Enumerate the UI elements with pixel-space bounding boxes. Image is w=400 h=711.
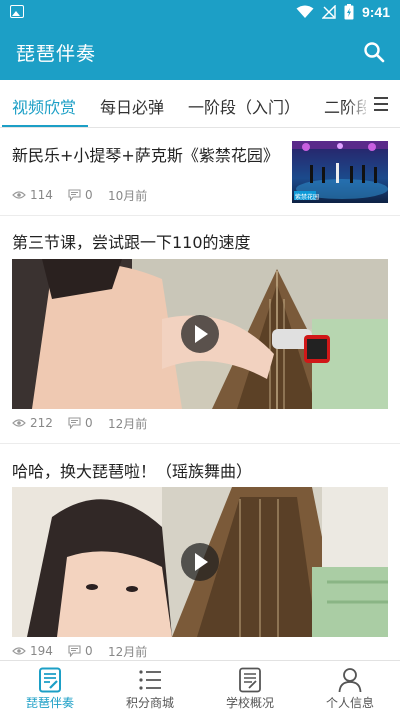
video-title[interactable]: 第三节课，尝试跟一下110的速度 [12,229,251,253]
thumbnail-caption: 紫禁花园 [295,194,320,201]
post-time: 12月前 [108,416,148,431]
bottom-navigation: 琵琶伴奏 积分商城 学校概况 个人信息 [0,660,400,711]
video-card[interactable]: 新民乐+小提琴+萨克斯《紫禁花园》 紫禁花园 114 0 10月前 [0,128,400,216]
tab-menu-icon[interactable] [366,80,400,127]
list-icon [139,670,161,690]
tab-video-appreciation[interactable]: 视频欣赏 [12,94,76,118]
video-card[interactable]: 第三节课，尝试跟一下110的速度 212 0 12月前 [0,216,400,444]
person-icon [338,668,362,693]
video-meta: 194 0 12月前 [12,643,147,659]
nav-label: 学校概况 [225,696,274,710]
status-icons: 9:41 [296,2,390,22]
view-count: 194 [30,644,53,658]
wifi-icon [296,5,314,18]
eye-icon [12,647,26,655]
comment-icon [68,417,81,429]
tab-stage-one[interactable]: 一阶段（入门） [188,94,300,118]
tab-daily-practice[interactable]: 每日必弹 [100,94,164,118]
comment-count: 0 [85,644,93,658]
no-signal-icon [321,5,336,19]
doc-edit-icon [39,667,61,693]
video-title[interactable]: 哈哈，换大琵琶啦！（瑶族舞曲） [12,458,252,482]
video-player[interactable] [12,487,388,637]
video-card[interactable]: 哈哈，换大琵琶啦！（瑶族舞曲） 194 0 12月前 [0,444,400,660]
play-button[interactable] [181,315,219,353]
nav-points-mall[interactable]: 积分商城 [100,661,200,711]
view-count: 212 [30,416,53,430]
video-title[interactable]: 新民乐+小提琴+萨克斯《紫禁花园》 [12,142,279,166]
eye-icon [12,419,26,427]
video-feed: 新民乐+小提琴+萨克斯《紫禁花园》 紫禁花园 114 0 10月前 第三节课，尝… [0,128,400,660]
nav-pipa-accompaniment[interactable]: 琵琶伴奏 [0,661,100,711]
category-tabs: 视频欣赏 每日必弹 一阶段（入门） 二阶段 [0,80,400,128]
comment-icon [68,645,81,657]
nav-label: 琵琶伴奏 [25,696,74,710]
search-icon[interactable] [362,40,386,64]
image-notification-icon [10,5,24,18]
document-icon [239,667,261,693]
comment-count: 0 [85,188,93,202]
app-bar: 琵琶伴奏 [0,24,400,80]
nav-school-overview[interactable]: 学校概况 [200,661,300,711]
view-count: 114 [30,188,53,202]
post-time: 12月前 [108,644,148,659]
video-meta: 212 0 12月前 [12,415,147,431]
status-bar: 9:41 [0,0,400,24]
comment-count: 0 [85,416,93,430]
play-button[interactable] [181,543,219,581]
post-time: 10月前 [108,188,148,203]
comment-icon [68,189,81,201]
battery-icon [344,4,354,20]
video-thumbnail[interactable]: 紫禁花园 [292,141,388,203]
video-player[interactable] [12,259,388,409]
app-title: 琵琶伴奏 [16,43,97,65]
nav-personal-info[interactable]: 个人信息 [300,661,400,711]
clock: 9:41 [361,4,390,20]
eye-icon [12,191,26,199]
video-meta: 114 0 10月前 [12,187,147,203]
nav-label: 个人信息 [325,696,374,710]
nav-label: 积分商城 [125,696,174,710]
